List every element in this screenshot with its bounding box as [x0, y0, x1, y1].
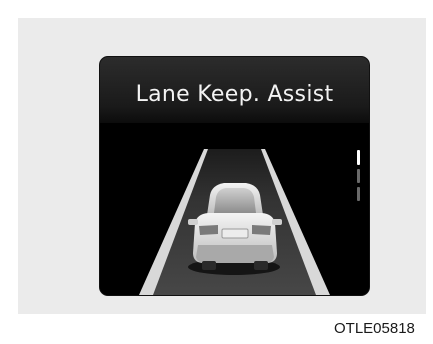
cluster-display: Lane Keep. Assist	[99, 56, 370, 296]
figure-code: OTLE05818	[334, 320, 415, 337]
lane-level-indicator	[357, 150, 360, 201]
page: Lane Keep. Assist OTLE05818	[0, 0, 433, 344]
display-title: Lane Keep. Assist	[135, 82, 334, 107]
